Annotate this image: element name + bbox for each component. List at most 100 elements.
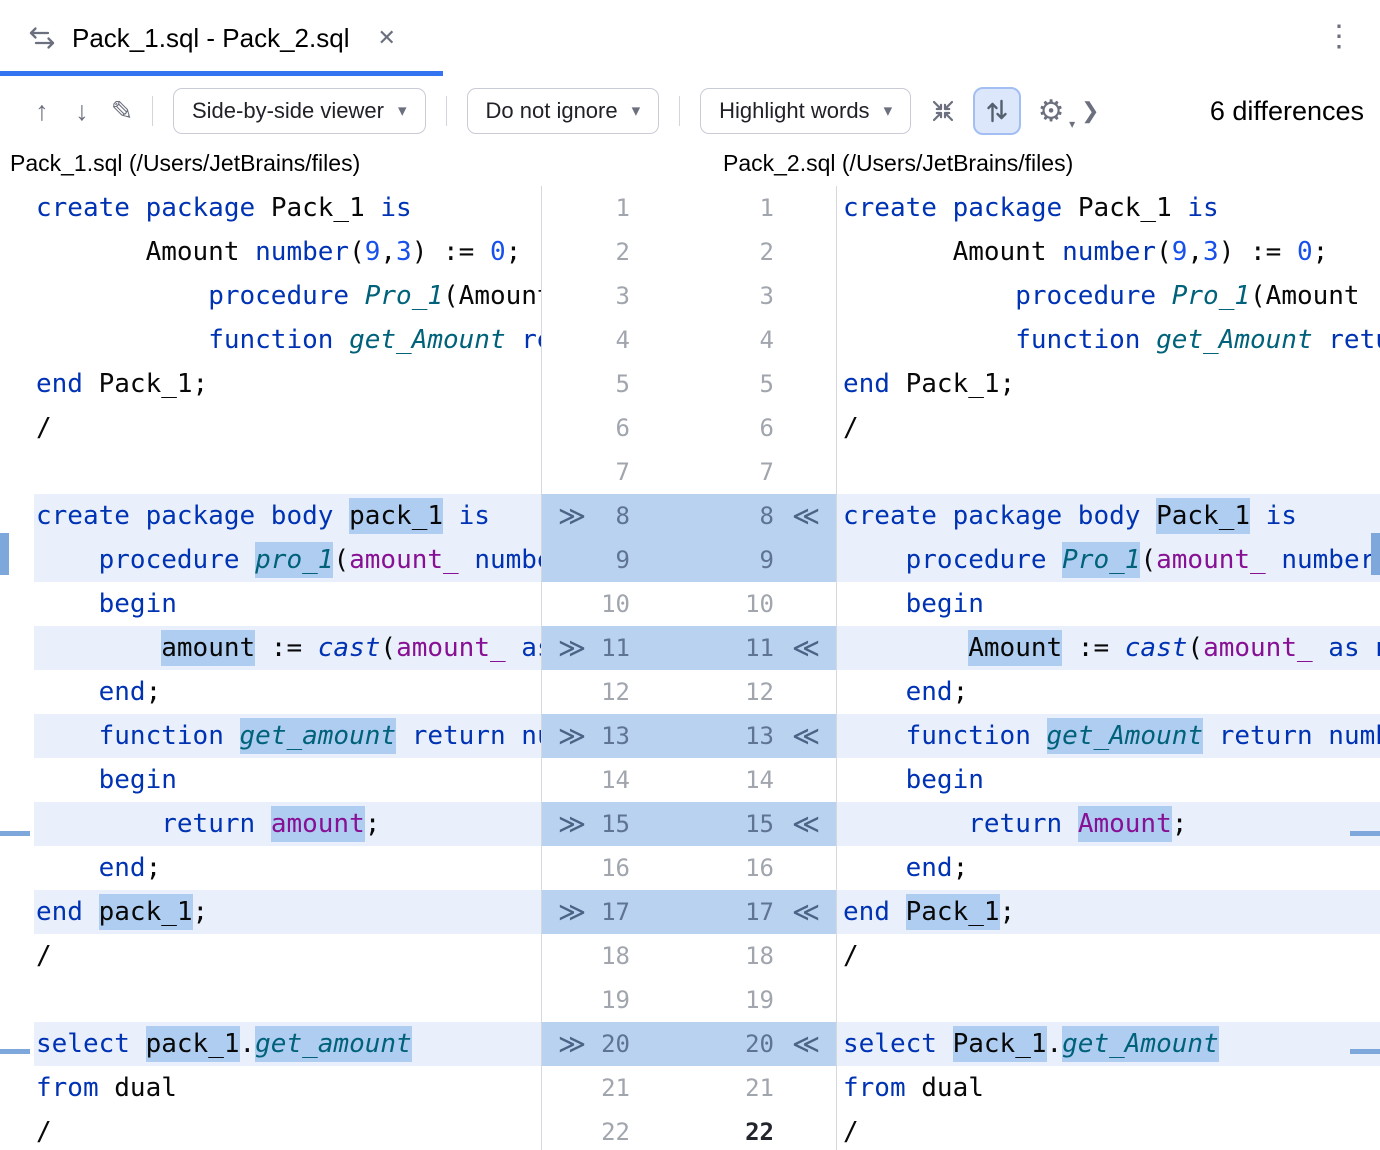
apply-change-left-icon[interactable]: ≪ xyxy=(788,809,824,840)
apply-change-left-icon[interactable]: ≪ xyxy=(788,633,824,664)
code-line-right-13[interactable]: function get_Amount return number xyxy=(837,714,1380,758)
code-segment: / xyxy=(36,941,52,971)
code-line-left-20[interactable]: select pack_1.get_amount xyxy=(34,1022,541,1066)
code-line-left-17[interactable]: end pack_1; xyxy=(34,890,541,934)
code-line-right-7[interactable] xyxy=(837,450,1380,494)
code-line-left-7[interactable] xyxy=(34,450,541,494)
code-line-left-5[interactable]: end Pack_1; xyxy=(34,362,541,406)
viewer-mode-dropdown[interactable]: Side-by-side viewer ▾ xyxy=(173,88,426,134)
code-line-left-16[interactable]: end; xyxy=(34,846,541,890)
previous-difference-button[interactable]: ↑ xyxy=(22,89,62,133)
code-line-left-3[interactable]: procedure Pro_1(Amount xyxy=(34,274,541,318)
line-number-left: 20 xyxy=(590,1030,630,1058)
code-line-right-17[interactable]: end Pack_1; xyxy=(837,890,1380,934)
change-stripe-right-block[interactable] xyxy=(1371,533,1380,575)
toolbar-overflow-chevron[interactable]: ❯ xyxy=(1081,98,1099,124)
code-line-left-18[interactable]: / xyxy=(34,934,541,978)
code-line-left-14[interactable]: begin xyxy=(34,758,541,802)
code-line-left-8[interactable]: create package body pack_1 is xyxy=(34,494,541,538)
code-line-left-13[interactable]: function get_amount return number xyxy=(34,714,541,758)
code-line-right-6[interactable]: / xyxy=(837,406,1380,450)
code-line-left-2[interactable]: Amount number(9,3) := 0; xyxy=(34,230,541,274)
change-stripe-left-dash[interactable] xyxy=(0,831,30,836)
apply-change-right-icon[interactable]: ≫ xyxy=(554,501,590,532)
line-number-left: 8 xyxy=(590,502,630,530)
code-line-right-2[interactable]: Amount number(9,3) := 0; xyxy=(837,230,1380,274)
apply-change-right-icon[interactable]: ≫ xyxy=(554,897,590,928)
code-line-left-21[interactable]: from dual xyxy=(34,1066,541,1110)
code-line-left-22[interactable]: / xyxy=(34,1110,541,1150)
code-segment: / xyxy=(36,413,52,443)
code-line-right-12[interactable]: end; xyxy=(837,670,1380,714)
code-line-left-12[interactable]: end; xyxy=(34,670,541,714)
highlight-mode-dropdown[interactable]: Highlight words ▾ xyxy=(700,88,911,134)
code-segment: function xyxy=(1015,325,1156,355)
ignore-policy-dropdown[interactable]: Do not ignore ▾ xyxy=(467,88,660,134)
code-line-right-14[interactable]: begin xyxy=(837,758,1380,802)
next-difference-button[interactable]: ↓ xyxy=(62,89,102,133)
changed-word: amount xyxy=(161,630,255,666)
code-line-right-1[interactable]: create package Pack_1 is xyxy=(837,186,1380,230)
change-stripe-left-block[interactable] xyxy=(0,533,9,575)
apply-change-right-icon[interactable]: ≫ xyxy=(554,633,590,664)
code-segment xyxy=(843,325,1015,355)
code-line-right-3[interactable]: procedure Pro_1(Amount xyxy=(837,274,1380,318)
apply-change-left-icon[interactable]: ≪ xyxy=(788,1029,824,1060)
code-segment: ; xyxy=(146,677,162,707)
code-line-left-15[interactable]: return amount; xyxy=(34,802,541,846)
changed-word: get_Amount xyxy=(1047,718,1204,754)
tab-close-icon[interactable]: ✕ xyxy=(377,25,395,51)
code-segment: ; xyxy=(953,677,969,707)
code-line-left-9[interactable]: procedure pro_1(amount_ number xyxy=(34,538,541,582)
apply-change-right-icon[interactable]: ≫ xyxy=(554,1029,590,1060)
code-line-right-19[interactable] xyxy=(837,978,1380,1022)
edit-button[interactable]: ✎ xyxy=(102,89,142,133)
code-line-right-15[interactable]: return Amount; xyxy=(837,802,1380,846)
gutter-row-4: ≫44≪ xyxy=(542,318,836,362)
code-segment: ; xyxy=(1313,237,1329,267)
tab-diff[interactable]: Pack_1.sql - Pack_2.sql ✕ xyxy=(0,0,420,76)
code-line-right-22[interactable]: / xyxy=(837,1110,1380,1150)
more-options-icon[interactable]: ⋮ xyxy=(1324,22,1354,52)
code-segment: cast xyxy=(318,633,381,663)
code-line-right-21[interactable]: from dual xyxy=(837,1066,1380,1110)
code-line-left-11[interactable]: amount := cast(amount_ as number xyxy=(34,626,541,670)
change-stripe-right-dash[interactable] xyxy=(1350,1049,1380,1054)
code-line-right-11[interactable]: Amount := cast(amount_ as number xyxy=(837,626,1380,670)
code-line-left-19[interactable] xyxy=(34,978,541,1022)
code-line-right-16[interactable]: end; xyxy=(837,846,1380,890)
changed-word: pack_1 xyxy=(349,498,443,534)
code-line-left-6[interactable]: / xyxy=(34,406,541,450)
line-number-left: 12 xyxy=(590,678,630,706)
code-segment: := xyxy=(1062,633,1125,663)
changed-word: Amount xyxy=(968,630,1062,666)
change-stripe-left-dash[interactable] xyxy=(0,1049,30,1054)
code-segment: number xyxy=(255,237,349,267)
line-number-right: 5 xyxy=(734,370,774,398)
code-line-right-10[interactable]: begin xyxy=(837,582,1380,626)
code-line-left-10[interactable]: begin xyxy=(34,582,541,626)
apply-change-right-icon[interactable]: ≫ xyxy=(554,809,590,840)
code-segment: return xyxy=(968,809,1078,839)
settings-gear-icon[interactable]: ⚙ ▾ xyxy=(1029,89,1073,133)
collapse-unchanged-icon[interactable] xyxy=(921,89,965,133)
code-line-right-8[interactable]: create package body Pack_1 is xyxy=(837,494,1380,538)
apply-change-left-icon[interactable]: ≪ xyxy=(788,721,824,752)
apply-change-left-icon[interactable]: ≪ xyxy=(788,897,824,928)
line-number-right: 21 xyxy=(734,1074,774,1102)
left-code-panel[interactable]: create package Pack_1 is Amount number(9… xyxy=(0,186,541,1150)
code-line-right-4[interactable]: function get_Amount return xyxy=(837,318,1380,362)
apply-change-left-icon[interactable]: ≪ xyxy=(788,501,824,532)
code-line-right-18[interactable]: / xyxy=(837,934,1380,978)
file-headers: Pack_1.sql (/Users/JetBrains/files) Pack… xyxy=(0,146,1380,186)
right-code-panel[interactable]: create package Pack_1 is Amount number(9… xyxy=(837,186,1380,1150)
code-line-right-5[interactable]: end Pack_1; xyxy=(837,362,1380,406)
code-line-left-1[interactable]: create package Pack_1 is xyxy=(34,186,541,230)
code-line-right-20[interactable]: select Pack_1.get_Amount xyxy=(837,1022,1380,1066)
change-stripe-right-dash[interactable] xyxy=(1350,831,1380,836)
code-line-left-4[interactable]: function get_Amount return xyxy=(34,318,541,362)
apply-change-right-icon[interactable]: ≫ xyxy=(554,721,590,752)
sync-scrolling-toggle[interactable] xyxy=(973,87,1021,135)
code-line-right-9[interactable]: procedure Pro_1(amount_ number xyxy=(837,538,1380,582)
code-segment: is xyxy=(1187,193,1218,223)
